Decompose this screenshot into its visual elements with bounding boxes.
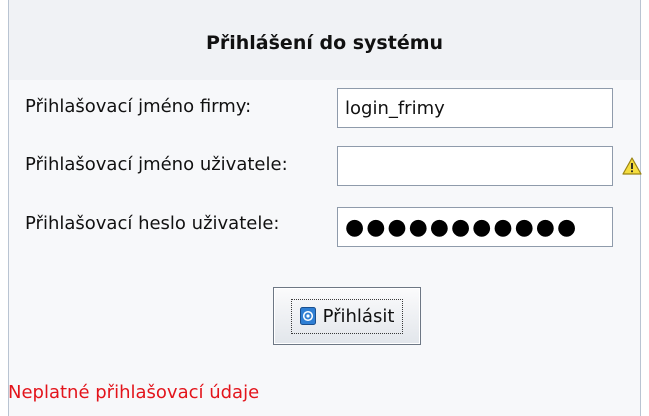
dialog-title: Přihlášení do systému	[9, 0, 640, 80]
login-button-focus-ring: Přihlásit	[290, 298, 404, 334]
login-button[interactable]: Přihlásit	[273, 287, 421, 345]
company-login-label: Přihlašovací jméno firmy:	[25, 96, 252, 117]
user-login-field[interactable]	[337, 146, 613, 186]
login-panel: Přihlášení do systému Přihlašovací jméno…	[8, 0, 642, 416]
company-login-field[interactable]	[337, 88, 613, 128]
user-password-label: Přihlašovací heslo uživatele:	[25, 213, 280, 234]
login-key-icon	[299, 307, 316, 325]
login-button-label: Přihlásit	[322, 305, 395, 327]
error-message: Neplatné přihlašovací údaje	[8, 382, 260, 403]
user-login-label: Přihlašovací jméno uživatele:	[25, 154, 288, 175]
user-password-field[interactable]	[337, 207, 613, 247]
warning-icon	[622, 157, 642, 175]
